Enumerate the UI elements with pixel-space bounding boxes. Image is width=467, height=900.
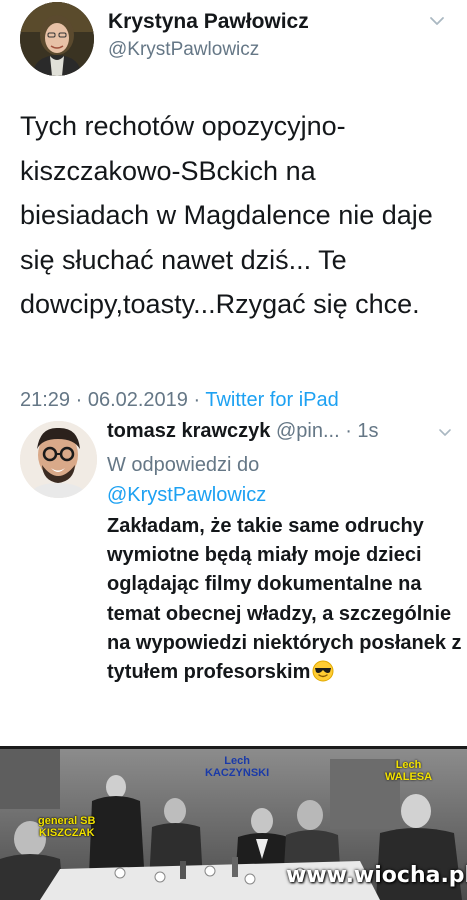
chevron-down-icon[interactable] xyxy=(438,425,452,439)
reply-to-handle[interactable]: @KrystPawlowicz xyxy=(107,484,266,507)
meme-photo[interactable]: Lech KACZYNSKI Lech WALESA general SB KI… xyxy=(0,746,467,900)
tweet-text: Tych rechotów opozycyjno-kiszczakowo-SBc… xyxy=(20,111,433,319)
reply-author-avatar[interactable] xyxy=(20,421,97,498)
reply-to-label: W odpowiedzi do xyxy=(107,454,260,476)
tweet-meta: 21:29 · 06.02.2019 · Twitter for iPad xyxy=(20,389,339,412)
sunglasses-emoji-icon xyxy=(312,660,334,682)
reply-header: tomasz krawczyk @pin... · 1s xyxy=(107,420,379,443)
reply-text: Zakładam, że takie same odruchy wymiotne… xyxy=(107,512,462,687)
photo-label-walesa: Lech WALESA xyxy=(385,759,433,783)
watermark: www.wiocha.pl xyxy=(286,863,467,888)
tweet-source-link[interactable]: Twitter for iPad xyxy=(205,389,338,411)
tweet-timestamp[interactable]: 21:29 · 06.02.2019 · xyxy=(20,389,205,411)
author-handle[interactable]: @KrystPawlowicz xyxy=(108,39,259,61)
author-avatar[interactable] xyxy=(20,2,94,76)
photo-label-kiszczak: general SB KISZCZAK xyxy=(38,815,96,839)
photo-label-kaczynski: Lech KACZYNSKI xyxy=(205,755,270,779)
reply-author-handle[interactable]: @pin... xyxy=(276,420,340,442)
reply-age[interactable]: · 1s xyxy=(345,420,378,442)
reply-author-name[interactable]: tomasz krawczyk xyxy=(107,420,270,442)
avatar-photo xyxy=(20,2,94,76)
author-name[interactable]: Krystyna Pawłowicz xyxy=(108,10,309,34)
reply-text-body: Zakładam, że takie same odruchy wymiotne… xyxy=(107,515,462,684)
avatar-photo xyxy=(20,421,97,498)
chevron-down-icon[interactable] xyxy=(428,12,446,30)
